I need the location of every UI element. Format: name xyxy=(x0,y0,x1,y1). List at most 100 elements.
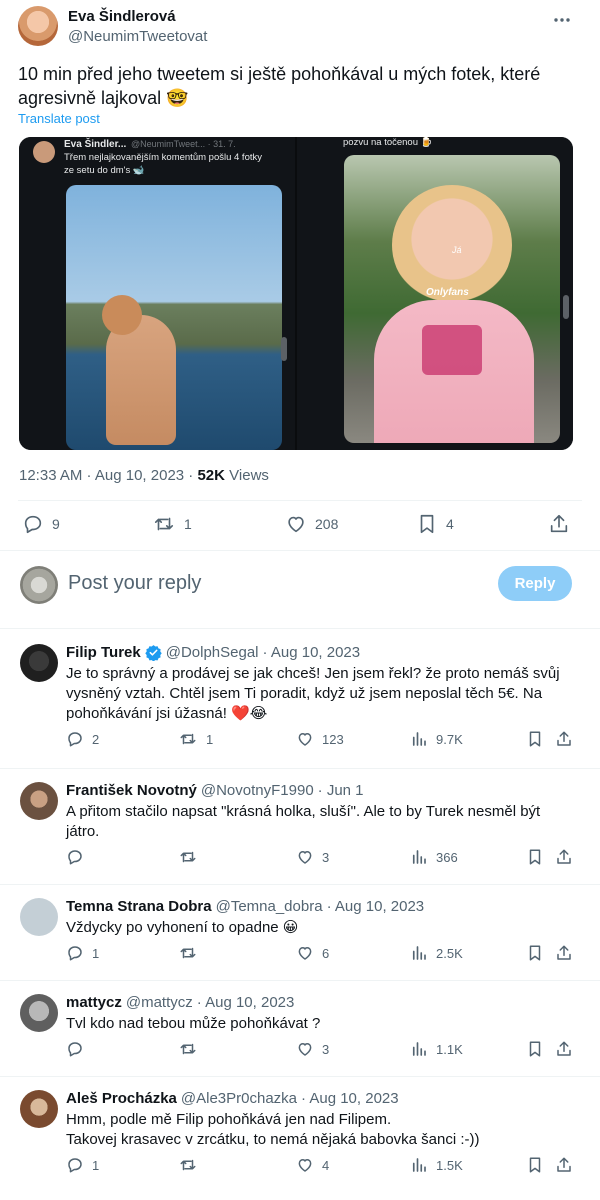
views-icon[interactable] xyxy=(410,1040,428,1058)
reply-date[interactable]: · Jun 1 xyxy=(318,782,364,799)
reply-like-action[interactable]: 6 xyxy=(296,944,329,962)
reply-date[interactable]: · Aug 10, 2023 xyxy=(327,898,425,915)
repost-icon[interactable] xyxy=(178,1156,198,1174)
reply-input[interactable]: Post your reply xyxy=(68,572,201,595)
bookmark-icon[interactable] xyxy=(526,730,544,748)
reply-like-action[interactable]: 3 xyxy=(296,1040,329,1058)
reply-icon[interactable] xyxy=(66,1040,84,1058)
reply-author-handle[interactable]: @DolphSegal xyxy=(166,644,259,661)
reply-bookmark-action[interactable] xyxy=(526,848,544,866)
author-name[interactable]: Eva Šindlerová xyxy=(68,8,176,25)
bookmark-icon[interactable] xyxy=(416,513,438,535)
reply-avatar[interactable] xyxy=(20,644,58,682)
repost-icon[interactable] xyxy=(152,513,176,535)
reply-icon[interactable] xyxy=(66,944,84,962)
reply-date[interactable]: · Aug 10, 2023 xyxy=(301,1090,399,1107)
reply-reply-action[interactable] xyxy=(66,848,92,866)
reply-repost-action[interactable] xyxy=(178,944,206,962)
reply-icon[interactable] xyxy=(66,1156,84,1174)
reply-bookmark-action[interactable] xyxy=(526,1040,544,1058)
reply-repost-action[interactable] xyxy=(178,1156,206,1174)
reply-author-name[interactable]: mattycz xyxy=(66,994,122,1011)
views-icon[interactable] xyxy=(410,848,428,866)
bookmark-icon[interactable] xyxy=(526,944,544,962)
reply-avatar[interactable] xyxy=(20,898,58,936)
like-action[interactable]: 208 xyxy=(285,513,338,535)
heart-icon[interactable] xyxy=(285,513,307,535)
bookmark-icon[interactable] xyxy=(526,848,544,866)
share-icon[interactable] xyxy=(548,513,570,535)
reply-avatar[interactable] xyxy=(20,994,58,1032)
reply-views-action[interactable]: 9.7K xyxy=(410,730,463,748)
reply-share-action[interactable] xyxy=(555,730,573,748)
repost-icon[interactable] xyxy=(178,1040,198,1058)
share-action[interactable] xyxy=(548,513,570,535)
reply-like-action[interactable]: 4 xyxy=(296,1156,329,1174)
reply-views-action[interactable]: 1.1K xyxy=(410,1040,463,1058)
reply-reply-action[interactable]: 1 xyxy=(66,944,99,962)
translate-post-link[interactable]: Translate post xyxy=(18,111,100,126)
repost-icon[interactable] xyxy=(178,944,198,962)
reply-icon[interactable] xyxy=(66,730,84,748)
reply-date[interactable]: · Aug 10, 2023 xyxy=(197,994,295,1011)
reply-reply-action[interactable]: 1 xyxy=(66,1156,99,1174)
tweet-media[interactable]: Eva Šindler... @NeumimTweet... · 31. 7. … xyxy=(19,137,573,450)
current-user-avatar[interactable] xyxy=(20,566,58,604)
author-handle[interactable]: @NeumimTweetovat xyxy=(68,28,207,45)
reply-views-action[interactable]: 1.5K xyxy=(410,1156,463,1174)
media-image-left[interactable]: Eva Šindler... @NeumimTweet... · 31. 7. … xyxy=(19,137,295,450)
repost-icon[interactable] xyxy=(178,730,198,748)
reply-bookmark-action[interactable] xyxy=(526,944,544,962)
bookmark-action[interactable]: 4 xyxy=(416,513,454,535)
reply-date[interactable]: · Aug 10, 2023 xyxy=(263,644,361,661)
author-avatar[interactable] xyxy=(18,6,58,46)
reply-repost-action[interactable] xyxy=(178,848,206,866)
reply-icon[interactable] xyxy=(22,513,44,535)
reply-repost-action[interactable] xyxy=(178,1040,206,1058)
reply-repost-action[interactable]: 1 xyxy=(178,730,213,748)
reply-share-action[interactable] xyxy=(555,848,573,866)
repost-icon[interactable] xyxy=(178,848,198,866)
reply-icon[interactable] xyxy=(66,848,84,866)
tweet-timestamp[interactable]: 12:33 AM · Aug 10, 2023 · 52K Views xyxy=(19,467,269,484)
reply-author-handle[interactable]: @NovotnyF1990 xyxy=(201,782,314,799)
media-image-right[interactable]: pozvu na točenou 🍺 Já Onlyfans xyxy=(297,137,573,450)
bookmark-icon[interactable] xyxy=(526,1156,544,1174)
reply-like-action[interactable]: 3 xyxy=(296,848,329,866)
share-icon[interactable] xyxy=(555,1040,573,1058)
share-icon[interactable] xyxy=(555,944,573,962)
reply-author-handle[interactable]: @mattycz xyxy=(126,994,193,1011)
share-icon[interactable] xyxy=(555,848,573,866)
reply-share-action[interactable] xyxy=(555,1156,573,1174)
reply-author-name[interactable]: Filip Turek xyxy=(66,644,141,661)
heart-icon[interactable] xyxy=(296,848,314,866)
reply-author-handle[interactable]: @Ale3Pr0chazka xyxy=(181,1090,297,1107)
reply-avatar[interactable] xyxy=(20,1090,58,1128)
heart-icon[interactable] xyxy=(296,1040,314,1058)
reply-share-action[interactable] xyxy=(555,944,573,962)
repost-action[interactable]: 1 xyxy=(152,513,192,535)
heart-icon[interactable] xyxy=(296,944,314,962)
reply-reply-action[interactable]: 2 xyxy=(66,730,99,748)
views-icon[interactable] xyxy=(410,944,428,962)
heart-icon[interactable] xyxy=(296,730,314,748)
tweet-time[interactable]: 12:33 AM · Aug 10, 2023 · xyxy=(19,467,193,484)
reply-action[interactable]: 9 xyxy=(22,513,60,535)
heart-icon[interactable] xyxy=(296,1156,314,1174)
reply-views-action[interactable]: 366 xyxy=(410,848,458,866)
views-icon[interactable] xyxy=(410,730,428,748)
reply-bookmark-action[interactable] xyxy=(526,1156,544,1174)
share-icon[interactable] xyxy=(555,730,573,748)
reply-reply-action[interactable] xyxy=(66,1040,92,1058)
reply-button[interactable]: Reply xyxy=(498,566,572,601)
more-options-icon[interactable] xyxy=(552,10,572,30)
views-icon[interactable] xyxy=(410,1156,428,1174)
share-icon[interactable] xyxy=(555,1156,573,1174)
reply-author-name[interactable]: Aleš Procházka xyxy=(66,1090,177,1107)
reply-author-name[interactable]: František Novotný xyxy=(66,782,197,799)
reply-share-action[interactable] xyxy=(555,1040,573,1058)
reply-avatar[interactable] xyxy=(20,782,58,820)
reply-views-action[interactable]: 2.5K xyxy=(410,944,463,962)
reply-like-action[interactable]: 123 xyxy=(296,730,344,748)
reply-author-handle[interactable]: @Temna_dobra xyxy=(216,898,323,915)
